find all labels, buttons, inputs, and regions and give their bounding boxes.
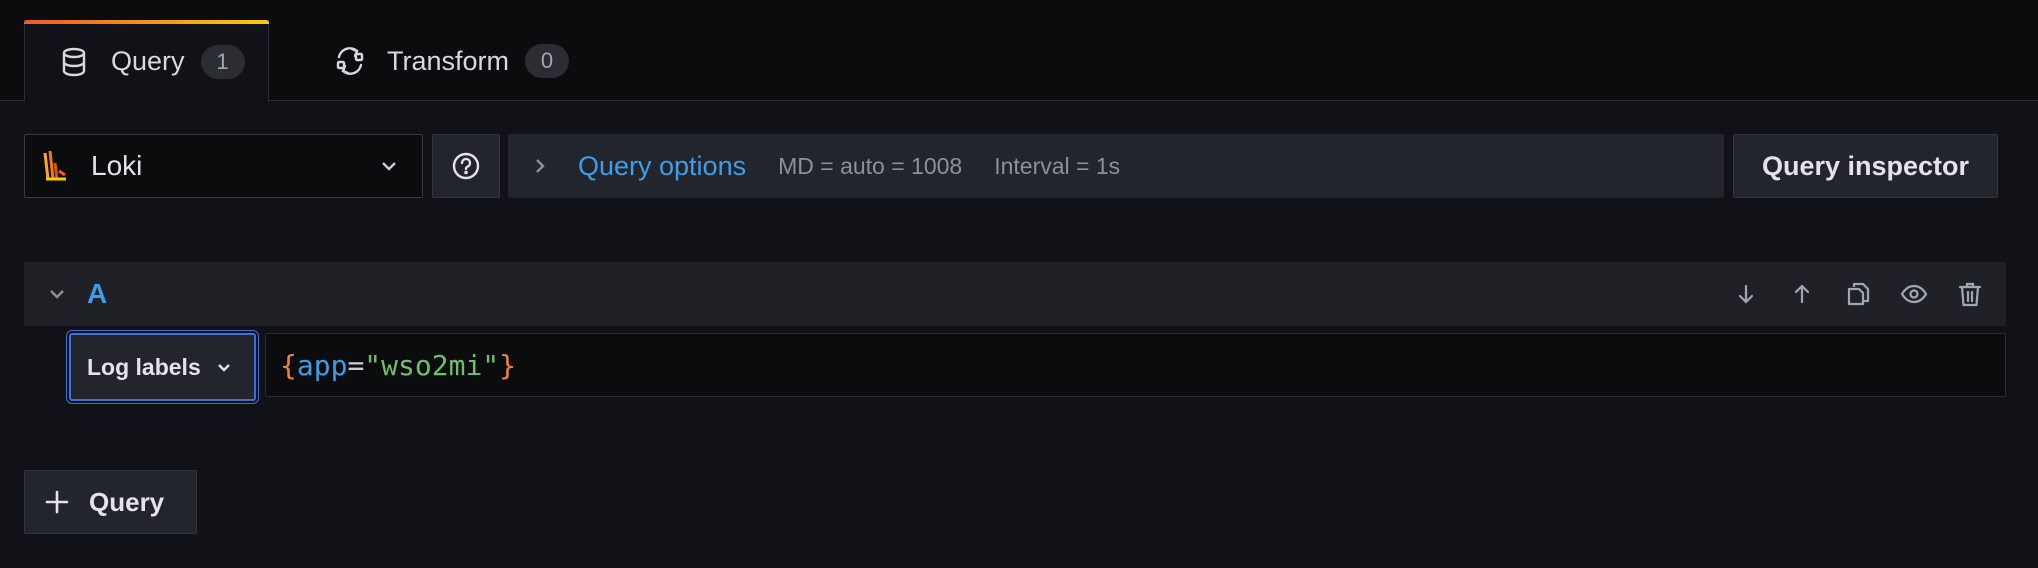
tab-query-label: Query — [111, 46, 185, 76]
datasource-name: Loki — [91, 150, 143, 181]
tab-query-count: 1 — [200, 44, 245, 79]
expr-operator: = — [347, 348, 365, 382]
tab-transform-label: Transform — [387, 45, 510, 76]
expr-label-key: app — [296, 348, 348, 382]
eye-icon[interactable] — [1898, 278, 1930, 310]
chevron-down-icon — [378, 155, 400, 177]
query-row-header: A — [24, 262, 2006, 326]
transform-icon — [335, 46, 365, 76]
query-expression-input[interactable]: { app = "wso2mi" } — [265, 333, 2006, 397]
question-circle-icon — [451, 151, 481, 181]
log-labels-label: Log labels — [87, 353, 201, 380]
add-query-label: Query — [89, 486, 165, 517]
trash-icon[interactable] — [1954, 278, 1986, 310]
tab-query[interactable]: Query 1 — [24, 20, 269, 102]
expr-close-brace: } — [499, 348, 517, 382]
chevron-right-icon — [530, 156, 550, 176]
move-down-icon[interactable] — [1730, 278, 1762, 310]
tab-transform-count: 0 — [525, 44, 570, 78]
collapse-chevron-icon[interactable] — [46, 283, 68, 305]
duplicate-icon[interactable] — [1842, 278, 1874, 310]
move-up-icon[interactable] — [1786, 278, 1818, 310]
query-options-interval: Interval = 1s — [994, 152, 1121, 179]
editor-tab-bar: Query 1 Transform 0 — [0, 0, 2038, 102]
add-query-button[interactable]: Query — [24, 470, 197, 534]
plus-icon — [45, 490, 69, 514]
chevron-down-icon — [215, 358, 233, 376]
expr-open-brace: { — [280, 348, 297, 382]
query-options-toggle[interactable]: Query options MD = auto = 1008 Interval … — [508, 134, 1724, 198]
query-inspector-button[interactable]: Query inspector — [1733, 134, 1998, 198]
loki-logo — [43, 149, 69, 183]
tab-transform[interactable]: Transform 0 — [335, 20, 570, 102]
expr-label-value: "wso2mi" — [364, 348, 500, 382]
query-options-title: Query options — [578, 150, 747, 181]
datasource-picker[interactable]: Loki — [24, 134, 423, 198]
query-options-max-datapoints: MD = auto = 1008 — [778, 152, 963, 179]
help-button[interactable] — [432, 134, 500, 198]
database-icon — [59, 47, 89, 77]
log-labels-button[interactable]: Log labels — [69, 333, 256, 401]
query-ref-id[interactable]: A — [87, 278, 107, 310]
